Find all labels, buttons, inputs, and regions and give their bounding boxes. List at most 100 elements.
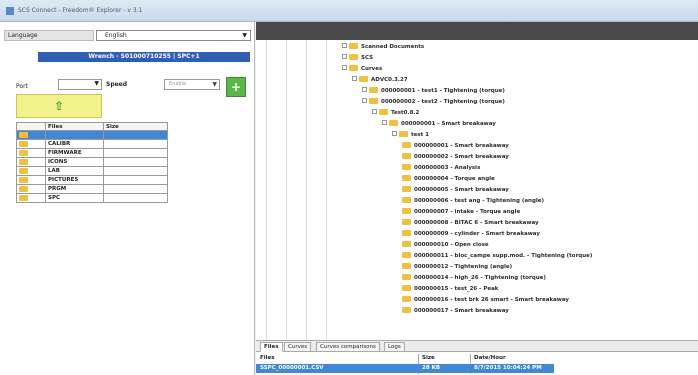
- folder-icon: [402, 153, 411, 159]
- tree-node[interactable]: test 1: [392, 131, 429, 139]
- tree-node[interactable]: 000000012 - Tightening (angle): [402, 263, 512, 271]
- tree-node[interactable]: 000000001 - Smart breakaway: [382, 120, 496, 128]
- tree-node[interactable]: 000000011 - bloc_campe supp.mod. - Tight…: [402, 252, 592, 260]
- tree-node[interactable]: 000000002 - test2 - Tightening (torque): [362, 98, 505, 106]
- tree-node-label: 000000014 - high_26 - Tightening (torque…: [414, 275, 546, 281]
- file-size: [103, 175, 168, 185]
- tree-node-label: 000000005 - Smart breakaway: [414, 187, 509, 193]
- table-row[interactable]: SPC: [16, 193, 168, 203]
- folder-icon: [402, 208, 411, 214]
- tree-node-label: 000000017 - Smart breakaway: [414, 308, 509, 314]
- expand-toggle-icon[interactable]: [392, 131, 397, 136]
- file-size: [103, 184, 168, 194]
- folder-icon: [402, 274, 411, 280]
- expand-toggle-icon[interactable]: [342, 43, 347, 48]
- table-row[interactable]: [16, 130, 168, 140]
- file-size: [103, 139, 168, 149]
- tree-node[interactable]: 000000003 - Analysis: [402, 164, 480, 172]
- tree-guide-line: [286, 40, 287, 340]
- tree-node-label: 000000007 - intake - Torque angle: [414, 209, 521, 215]
- folder-icon: [402, 285, 411, 291]
- speed-select[interactable]: Enable ▼: [164, 79, 220, 90]
- tree-node-label: Test0.8.2: [391, 110, 420, 116]
- column-header-size: Size: [422, 355, 435, 361]
- folder-icon: [402, 219, 411, 225]
- tree-node-label: Scanned Documents: [361, 44, 425, 50]
- tree-node[interactable]: 000000009 - cylinder - Smart breakaway: [402, 230, 540, 238]
- tree-node[interactable]: Curves: [342, 65, 382, 73]
- language-select[interactable]: English ▼: [96, 30, 251, 41]
- upload-button[interactable]: ⇧: [16, 94, 102, 118]
- tree-node[interactable]: 000000007 - intake - Torque angle: [402, 208, 520, 216]
- tab-curves-comparisons[interactable]: Curves comparisons: [316, 342, 380, 352]
- expand-toggle-icon[interactable]: [342, 65, 347, 70]
- expand-toggle-icon[interactable]: [352, 76, 357, 81]
- table-row[interactable]: PRGM: [16, 184, 168, 194]
- tree-node[interactable]: 000000006 - test ang - Tightening (angle…: [402, 197, 544, 205]
- port-select[interactable]: ▼: [58, 79, 102, 90]
- tree-node[interactable]: 000000005 - Smart breakaway: [402, 186, 509, 194]
- column-header-icon: [16, 122, 46, 131]
- tab-files[interactable]: Files: [260, 342, 283, 352]
- tree-node[interactable]: 000000016 - test brk 26 smart - Smart br…: [402, 296, 569, 304]
- connect-button[interactable]: +: [226, 77, 246, 97]
- tree-node[interactable]: 000000001 - Smart breakaway: [402, 142, 509, 150]
- folder-icon: [402, 186, 411, 192]
- file-name: SSPC_00000001.CSV: [260, 365, 324, 371]
- folder-icon: [402, 307, 411, 313]
- tree-node[interactable]: Test0.8.2: [372, 109, 419, 117]
- column-header-files: Files: [260, 355, 275, 361]
- tree-node[interactable]: 000000001 - test1 - Tightening (torque): [362, 87, 505, 95]
- tree-node[interactable]: 000000014 - high_26 - Tightening (torque…: [402, 274, 546, 282]
- tab-logs[interactable]: Logs: [384, 342, 405, 352]
- file-name: ICONS: [45, 157, 104, 167]
- left-panel: Language English ▼ Wrench - S01000710255…: [0, 22, 255, 375]
- folder-icon: [369, 98, 378, 104]
- table-row[interactable]: SSPC_00000001.CSV 28 KB 8/7/2015 10:04:2…: [256, 364, 554, 373]
- tree-node[interactable]: Scanned Documents: [342, 43, 424, 51]
- tree-node[interactable]: 000000017 - Smart breakaway: [402, 307, 509, 315]
- folder-icon: [402, 241, 411, 247]
- table-row[interactable]: FIRMWARE: [16, 148, 168, 158]
- folder-icon: [402, 175, 411, 181]
- table-row[interactable]: ICONS: [16, 157, 168, 167]
- file-size: [103, 157, 168, 167]
- folder-icon: [359, 76, 368, 82]
- tree-node-label: 000000002 - Smart breakaway: [414, 154, 509, 160]
- expand-toggle-icon[interactable]: [362, 98, 367, 103]
- table-row[interactable]: PICTURES: [16, 175, 168, 185]
- expand-toggle-icon[interactable]: [362, 87, 367, 92]
- tree-node-label: ADVC0.3.27: [371, 77, 408, 83]
- folder-icon: [389, 120, 398, 126]
- tree-node[interactable]: 000000010 - Open close: [402, 241, 489, 249]
- tree-node[interactable]: 000000004 - Torque angle: [402, 175, 495, 183]
- app-window: SCS Connect - Freedom® Explorer - v 3.1 …: [0, 0, 698, 375]
- column-header-files: Files: [45, 122, 104, 131]
- tree-node-label: 000000008 - BITAC 6 - Smart breakaway: [414, 220, 539, 226]
- tab-curves[interactable]: Curves: [284, 342, 312, 352]
- folder-icon: [349, 65, 358, 71]
- tree-node[interactable]: SCS: [342, 54, 373, 62]
- tree-header-bar: [256, 22, 698, 40]
- chevron-down-icon: ▼: [212, 81, 217, 88]
- tree-node-label: SCS: [361, 55, 374, 61]
- wrench-header: Wrench - S01000710255 | SPC+1: [38, 52, 250, 62]
- expand-toggle-icon[interactable]: [372, 109, 377, 114]
- table-row[interactable]: LAB: [16, 166, 168, 176]
- tree-node-label: 000000009 - cylinder - Smart breakaway: [414, 231, 540, 237]
- file-size: [103, 193, 168, 203]
- tree-guide-line: [266, 40, 267, 340]
- plus-icon: +: [230, 80, 242, 94]
- port-label: Port: [16, 83, 28, 90]
- tree-node[interactable]: 000000002 - Smart breakaway: [402, 153, 509, 161]
- folder-icon: [19, 159, 28, 165]
- tree-guide-line: [326, 40, 327, 340]
- tree-node[interactable]: ADVC0.3.27: [352, 76, 408, 84]
- table-row[interactable]: CALIBR: [16, 139, 168, 149]
- folder-icon: [402, 164, 411, 170]
- tree-node-label: 000000015 - test_26 - Peak: [414, 286, 499, 292]
- tree-node[interactable]: 000000008 - BITAC 6 - Smart breakaway: [402, 219, 539, 227]
- expand-toggle-icon[interactable]: [342, 54, 347, 59]
- tree-node[interactable]: 000000015 - test_26 - Peak: [402, 285, 498, 293]
- expand-toggle-icon[interactable]: [382, 120, 387, 125]
